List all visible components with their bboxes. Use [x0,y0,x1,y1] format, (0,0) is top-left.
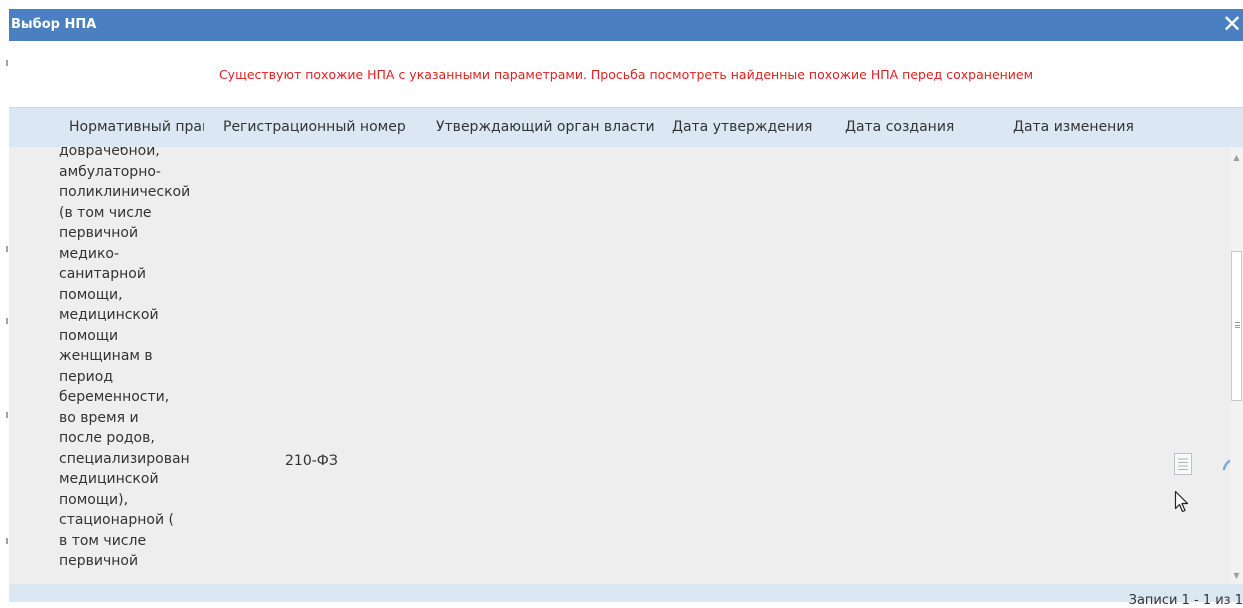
cell-reg-number: 210-ФЗ [285,453,338,469]
dialog-titlebar[interactable]: Выбор НПА ✕ [9,9,1243,41]
document-icon[interactable] [1172,452,1194,480]
column-header-approval-date[interactable]: Дата утверждения [672,119,812,135]
scrollbar-grip-icon [1235,322,1240,328]
scrollbar-thumb[interactable] [1231,251,1242,401]
npa-select-dialog: Выбор НПА ✕ Существуют похожие НПА с ука… [9,9,1243,608]
warning-panel: Существуют похожие НПА с указанными пара… [9,41,1243,107]
table-footer: Записи 1 - 1 из 1 [9,584,1243,608]
edge-tick [6,60,8,66]
table-body: доврачебной, амбулаторно- поликлиническо… [9,147,1243,584]
edge-tick [6,538,8,544]
column-header-approving-authority[interactable]: Утверждающий орган власти [436,119,655,135]
scroll-up-arrow-icon[interactable]: ▲ [1232,153,1241,162]
warning-message: Существуют похожие НПА с указанными пара… [218,67,1034,82]
dialog-title: Выбор НПА [11,17,97,32]
close-icon[interactable]: ✕ [1221,11,1243,37]
column-header-reg-number[interactable]: Регистрационный номер [223,119,406,135]
table-header: Нормативный прав Регистрационный номер У… [9,107,1243,147]
column-header-creation-date[interactable]: Дата создания [845,119,954,135]
scroll-down-arrow-icon[interactable]: ▼ [1232,571,1241,580]
edge-tick [6,412,8,418]
records-count: Записи 1 - 1 из 1 [1128,593,1243,608]
background-window-edge [0,0,9,602]
edge-tick [6,246,8,252]
edge-tick [6,318,8,324]
column-header-modification-date[interactable]: Дата изменения [1013,119,1134,135]
cell-normative-act: доврачебной, амбулаторно- поликлиническо… [59,147,191,569]
vertical-scrollbar[interactable]: ▲ ▼ [1230,147,1243,584]
column-header-normative-act[interactable]: Нормативный прав [69,119,204,135]
mouse-pointer-icon [1174,490,1190,518]
